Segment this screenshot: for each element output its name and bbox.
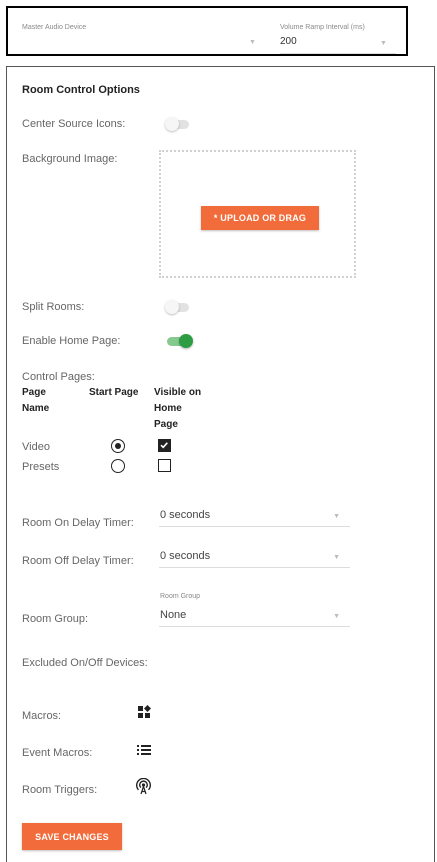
header-line: Page	[154, 419, 178, 430]
room-off-delay-value: 0 seconds	[160, 550, 211, 562]
widgets-icon[interactable]	[137, 705, 151, 719]
column-header-start-page: Start Page	[89, 385, 138, 401]
list-icon[interactable]	[137, 744, 151, 756]
visible-home-checkbox-video[interactable]	[158, 439, 171, 452]
radio-dot	[114, 442, 121, 449]
excluded-devices-label: Excluded On/Off Devices:	[22, 657, 148, 669]
room-on-delay-select[interactable]: 0 seconds ▼	[159, 507, 350, 527]
save-changes-button[interactable]: SAVE CHANGES	[22, 823, 122, 850]
room-group-value: None	[160, 609, 187, 621]
column-header-page-name: Page Name	[22, 385, 49, 417]
chevron-down-icon: ▼	[333, 554, 340, 561]
background-image-dropzone[interactable]: * UPLOAD OR DRAG	[159, 150, 356, 278]
enable-home-page-label: Enable Home Page:	[22, 335, 121, 347]
room-group-label: Room Group:	[22, 613, 89, 625]
volume-ramp-interval-label: Volume Ramp Interval (ms)	[280, 24, 365, 31]
room-triggers-label: Room Triggers:	[22, 784, 98, 796]
room-on-delay-value: 0 seconds	[160, 509, 211, 521]
chevron-down-icon: ▼	[333, 513, 340, 520]
visible-home-checkbox-presets[interactable]	[158, 459, 171, 472]
select-underline	[280, 53, 396, 54]
split-rooms-label: Split Rooms:	[22, 301, 85, 313]
start-page-radio-video[interactable]	[111, 439, 125, 453]
room-control-options-panel: Room Control Options Center Source Icons…	[6, 66, 435, 862]
select-underline	[159, 526, 350, 527]
toggle-knob	[165, 300, 179, 314]
split-rooms-toggle[interactable]	[165, 300, 193, 314]
center-source-icons-label: Center Source Icons:	[22, 118, 126, 130]
room-on-delay-label: Room On Delay Timer:	[22, 517, 134, 529]
volume-ramp-interval-value: 200	[280, 36, 297, 47]
column-header-visible-home: Visible on Home Page	[154, 385, 201, 433]
section-title: Room Control Options	[22, 84, 140, 96]
upload-button[interactable]: * UPLOAD OR DRAG	[201, 206, 319, 230]
background-image-label: Background Image:	[22, 153, 118, 165]
header-line: Visible on	[154, 387, 202, 398]
volume-ramp-interval-select[interactable]: 200 ▼	[280, 35, 396, 54]
event-macros-label: Event Macros:	[22, 747, 93, 759]
master-audio-device-label: Master Audio Device	[22, 24, 87, 31]
start-page-radio-presets[interactable]	[111, 459, 125, 473]
page-name-video: Video	[22, 441, 50, 453]
center-source-icons-toggle[interactable]	[165, 117, 193, 131]
audio-settings-panel: Master Audio Device ▼ Volume Ramp Interv…	[6, 6, 408, 56]
chevron-down-icon: ▼	[249, 39, 256, 46]
chevron-down-icon: ▼	[380, 40, 387, 47]
toggle-knob	[179, 334, 193, 348]
chevron-down-icon: ▼	[333, 613, 340, 620]
check-icon	[160, 442, 168, 449]
select-underline	[159, 567, 350, 568]
room-off-delay-label: Room Off Delay Timer:	[22, 555, 134, 567]
room-group-field-label: Room Group	[160, 593, 201, 600]
macros-label: Macros:	[22, 710, 62, 722]
room-group-select[interactable]: Room Group None ▼	[159, 593, 350, 627]
master-audio-device-select[interactable]: ▼	[22, 34, 262, 50]
toggle-knob	[165, 117, 179, 131]
select-underline	[159, 626, 350, 627]
control-pages-label: Control Pages:	[22, 371, 95, 383]
header-line: Name	[22, 403, 50, 414]
header-line: Start Page	[89, 387, 139, 398]
page-name-presets: Presets	[22, 461, 60, 473]
header-line: Page	[22, 387, 46, 398]
antenna-icon[interactable]	[135, 778, 152, 795]
enable-home-page-toggle[interactable]	[165, 334, 193, 348]
header-line: Home	[154, 403, 182, 414]
room-off-delay-select[interactable]: 0 seconds ▼	[159, 548, 350, 568]
